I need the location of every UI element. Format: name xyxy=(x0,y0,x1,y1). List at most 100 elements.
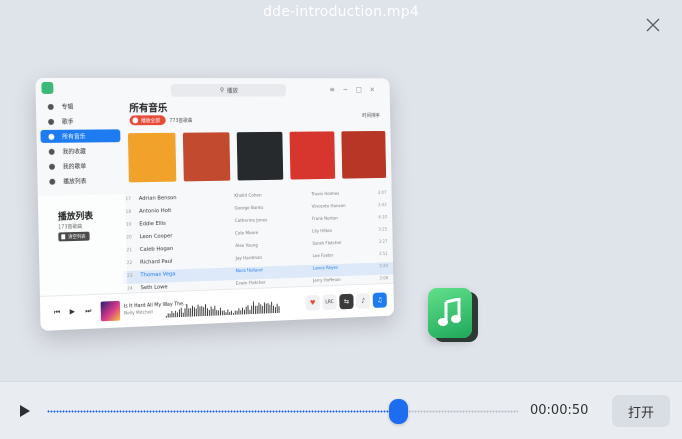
video-frame[interactable]: 专辑 歌手 所有音乐 我的收藏 我的歌单 播放列表 ⚲ 播放 ≡−□× 所有音乐… xyxy=(0,30,682,380)
track-list: 17 Adrian Benson Khalid Cohen Travis Holmes… xyxy=(122,189,395,292)
track-dur: 3:27 xyxy=(378,239,388,245)
track-dur: 3:07 xyxy=(377,191,387,196)
track-name: Adrian Benson xyxy=(138,195,177,202)
waveform-bar xyxy=(171,310,173,318)
open-button[interactable]: 打开 xyxy=(612,395,670,427)
progress-slider[interactable] xyxy=(47,399,518,424)
track-dur: 3:42 xyxy=(377,203,387,209)
track-artist: Khalid Cohen xyxy=(234,193,262,199)
track-dur: 3:29 xyxy=(379,264,389,270)
waveform-bar xyxy=(165,315,167,318)
waveform-bar xyxy=(219,307,221,316)
waveform-bar xyxy=(216,310,218,316)
track-name: Seth Lowe xyxy=(140,284,168,292)
track-artist: Cole Moore xyxy=(235,231,259,237)
waveform-bar xyxy=(206,308,209,316)
music-app-icon xyxy=(428,288,472,338)
waveform-bar xyxy=(238,308,240,315)
track-dur: 4:10 xyxy=(378,215,388,221)
play-button[interactable] xyxy=(14,401,34,421)
playlist-title: 播放列表 xyxy=(57,211,94,223)
clear-list-button: 清空列表 xyxy=(58,231,90,242)
prev-icon: ⏮ xyxy=(53,308,61,317)
track-artist: Erwin Fletcher xyxy=(236,280,266,287)
lyrics-icon: LRC xyxy=(322,294,337,311)
playlist-icon xyxy=(48,163,55,170)
waveform-bar xyxy=(276,303,278,313)
track-album: Sarah Fletcher xyxy=(312,241,342,247)
track-name: Eddie Ellis xyxy=(139,220,166,228)
track-album: Lance Reyes xyxy=(312,265,339,272)
track-name: Thomas Vega xyxy=(140,271,176,279)
waveform-bar xyxy=(278,306,280,313)
sidebar-item-label: 我的收藏 xyxy=(62,148,86,156)
album-grid xyxy=(127,130,393,184)
sidebar-item: 播放列表 xyxy=(41,174,121,188)
main-title: 所有音乐 xyxy=(129,103,168,115)
waveform-bar xyxy=(177,312,179,318)
waveform-bar xyxy=(182,312,184,317)
sidebar-item: 所有音乐 xyxy=(40,129,121,143)
track-num: 22 xyxy=(126,261,133,267)
waveform-bar xyxy=(254,305,256,314)
time-display: 00:00:50 xyxy=(530,403,589,418)
waveform-bar xyxy=(199,306,201,317)
track-album: Frank Norton xyxy=(311,216,338,223)
sidebar-item-label: 专辑 xyxy=(61,103,74,111)
track-album: Travis Holmes xyxy=(311,191,340,198)
album-cover xyxy=(127,132,177,183)
track-num: 23 xyxy=(126,273,133,279)
sidebar-item-label: 所有音乐 xyxy=(62,133,86,141)
waveform-bar xyxy=(178,309,180,318)
waveform-bar xyxy=(221,310,223,316)
track-album: Vincente Hanson xyxy=(311,204,346,210)
waveform-bar xyxy=(260,304,262,314)
sidebar-item: 歌手 xyxy=(40,115,120,128)
control-bar: 00:00:50 打开 xyxy=(0,381,682,439)
waveform-bar xyxy=(175,310,177,318)
waveform-bar xyxy=(204,304,207,316)
waveform-bar xyxy=(214,305,216,316)
now-playing-cover xyxy=(100,300,121,322)
next-icon: ⏭ xyxy=(85,306,92,316)
waveform xyxy=(165,301,280,318)
shuffle-icon: ⇆ xyxy=(339,293,354,310)
waveform-bar xyxy=(190,308,192,317)
waveform-bar xyxy=(208,309,210,316)
track-name: Caleb Hogan xyxy=(139,246,174,253)
sidebar-item-label: 我的歌单 xyxy=(62,163,87,171)
sort-label: 时间排序 xyxy=(362,113,380,119)
track-num: 19 xyxy=(125,222,132,228)
progress-handle[interactable] xyxy=(389,399,408,424)
waveform-bar xyxy=(273,305,275,314)
window-controls: ≡−□× xyxy=(329,85,383,94)
track-album: Lily Hilton xyxy=(312,229,333,235)
track-dur: 3:51 xyxy=(378,251,388,257)
play-icon: ▶ xyxy=(69,307,76,316)
track-count: 773首歌曲 xyxy=(169,118,193,125)
search-text: 播放 xyxy=(226,87,238,95)
track-artist: Alex Young xyxy=(235,243,258,250)
track-artist: Jay Hardman xyxy=(235,255,263,262)
track-album: Lee Foster xyxy=(312,253,334,260)
waveform-bar xyxy=(231,310,233,315)
track-album: Jerry Hoffman xyxy=(313,278,341,284)
track-name: Leon Cooper xyxy=(139,233,173,241)
waveform-bar xyxy=(210,306,212,316)
track-num: 24 xyxy=(127,286,133,292)
waveform-bar xyxy=(251,305,253,315)
waveform-bar xyxy=(193,307,195,317)
music-note-icon xyxy=(48,133,55,140)
favorite-icon: ♥ xyxy=(305,295,320,311)
waveform-bar xyxy=(242,307,244,315)
waveform-bar xyxy=(245,306,247,315)
track-num: 18 xyxy=(125,209,132,215)
sidebar: 专辑 歌手 所有音乐 我的收藏 我的歌单 播放列表 xyxy=(35,78,125,196)
search-icon: ⚲ xyxy=(219,86,225,94)
waveform-bar xyxy=(247,305,249,315)
waveform-bar xyxy=(269,304,271,314)
track-artist: George Banks xyxy=(234,205,264,212)
album-cover xyxy=(341,130,387,179)
waveform-bar xyxy=(262,305,264,314)
waveform-bar xyxy=(252,301,255,314)
